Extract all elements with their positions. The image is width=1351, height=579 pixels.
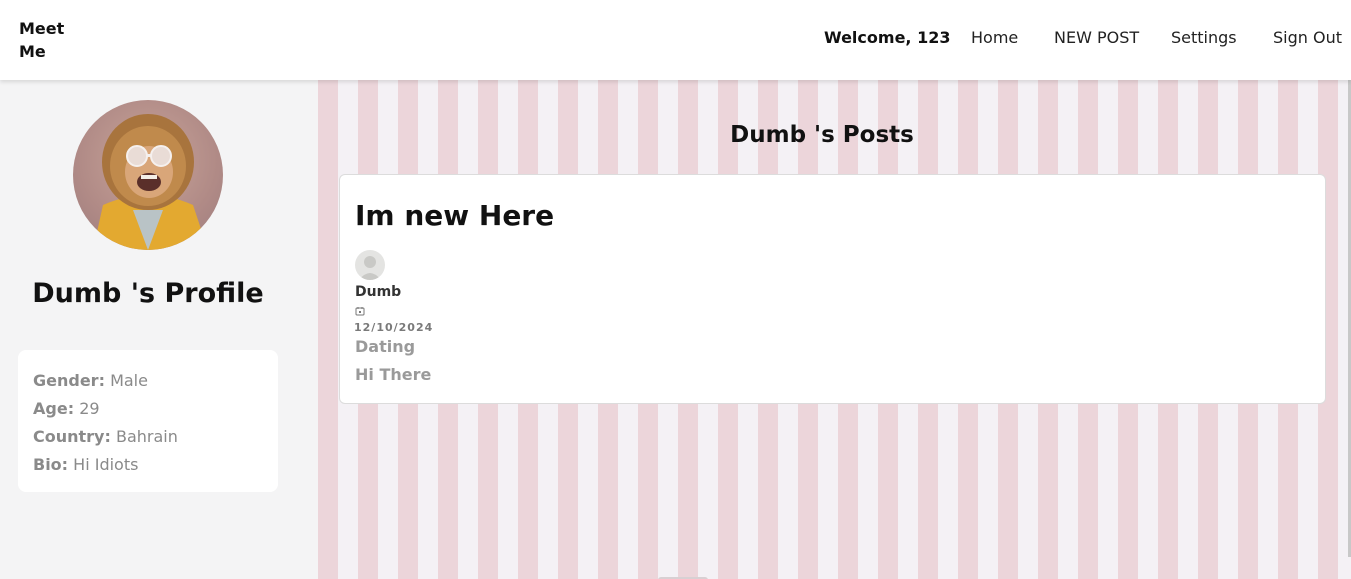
age-row: Age: 29 [33,395,263,423]
gender-row: Gender: Male [33,367,263,395]
post-category: Dating [355,337,416,356]
posts-area: Dumb 's Posts Im new Here Dumb 12/10/202… [318,80,1351,579]
post-date: 12/10/2024 [354,321,434,334]
nav-sign-out-link[interactable]: Sign Out [1273,28,1342,47]
profile-title: Dumb 's Profile [32,278,264,309]
monkey-photo-icon [93,114,208,250]
welcome-text: Welcome, 123 [824,28,951,47]
posts-heading: Dumb 's Posts [730,122,914,148]
country-label: Country: [33,427,111,446]
bio-label: Bio: [33,455,69,474]
gender-value: Male [110,371,148,390]
calendar-icon [355,307,365,316]
post-body: Hi There [355,365,432,384]
nav-settings-link[interactable]: Settings [1171,28,1237,47]
country-row: Country: Bahrain [33,423,263,451]
age-label: Age: [33,399,75,418]
brand-logo[interactable]: Meet Me [19,17,79,63]
user-silhouette-icon [359,256,381,280]
post-author: Dumb [355,284,402,300]
gender-label: Gender: [33,371,105,390]
post-card[interactable]: Im new Here Dumb 12/10/2024 Dating Hi Th… [339,174,1326,404]
top-navbar: Meet Me Welcome, 123 Home NEW POST Setti… [0,0,1351,80]
bio-row: Bio: Hi Idiots [33,451,263,479]
bio-value: Hi Idiots [73,455,139,474]
profile-avatar [73,100,223,250]
profile-sidebar: Dumb 's Profile Gender: Male Age: 29 Cou… [0,80,318,579]
country-value: Bahrain [115,427,178,446]
author-avatar [355,250,385,280]
profile-info-card: Gender: Male Age: 29 Country: Bahrain Bi… [18,350,278,492]
nav-new-post-link[interactable]: NEW POST [1054,28,1139,47]
post-title: Im new Here [355,199,555,232]
nav-home-link[interactable]: Home [971,28,1018,47]
age-value: 29 [79,399,100,418]
